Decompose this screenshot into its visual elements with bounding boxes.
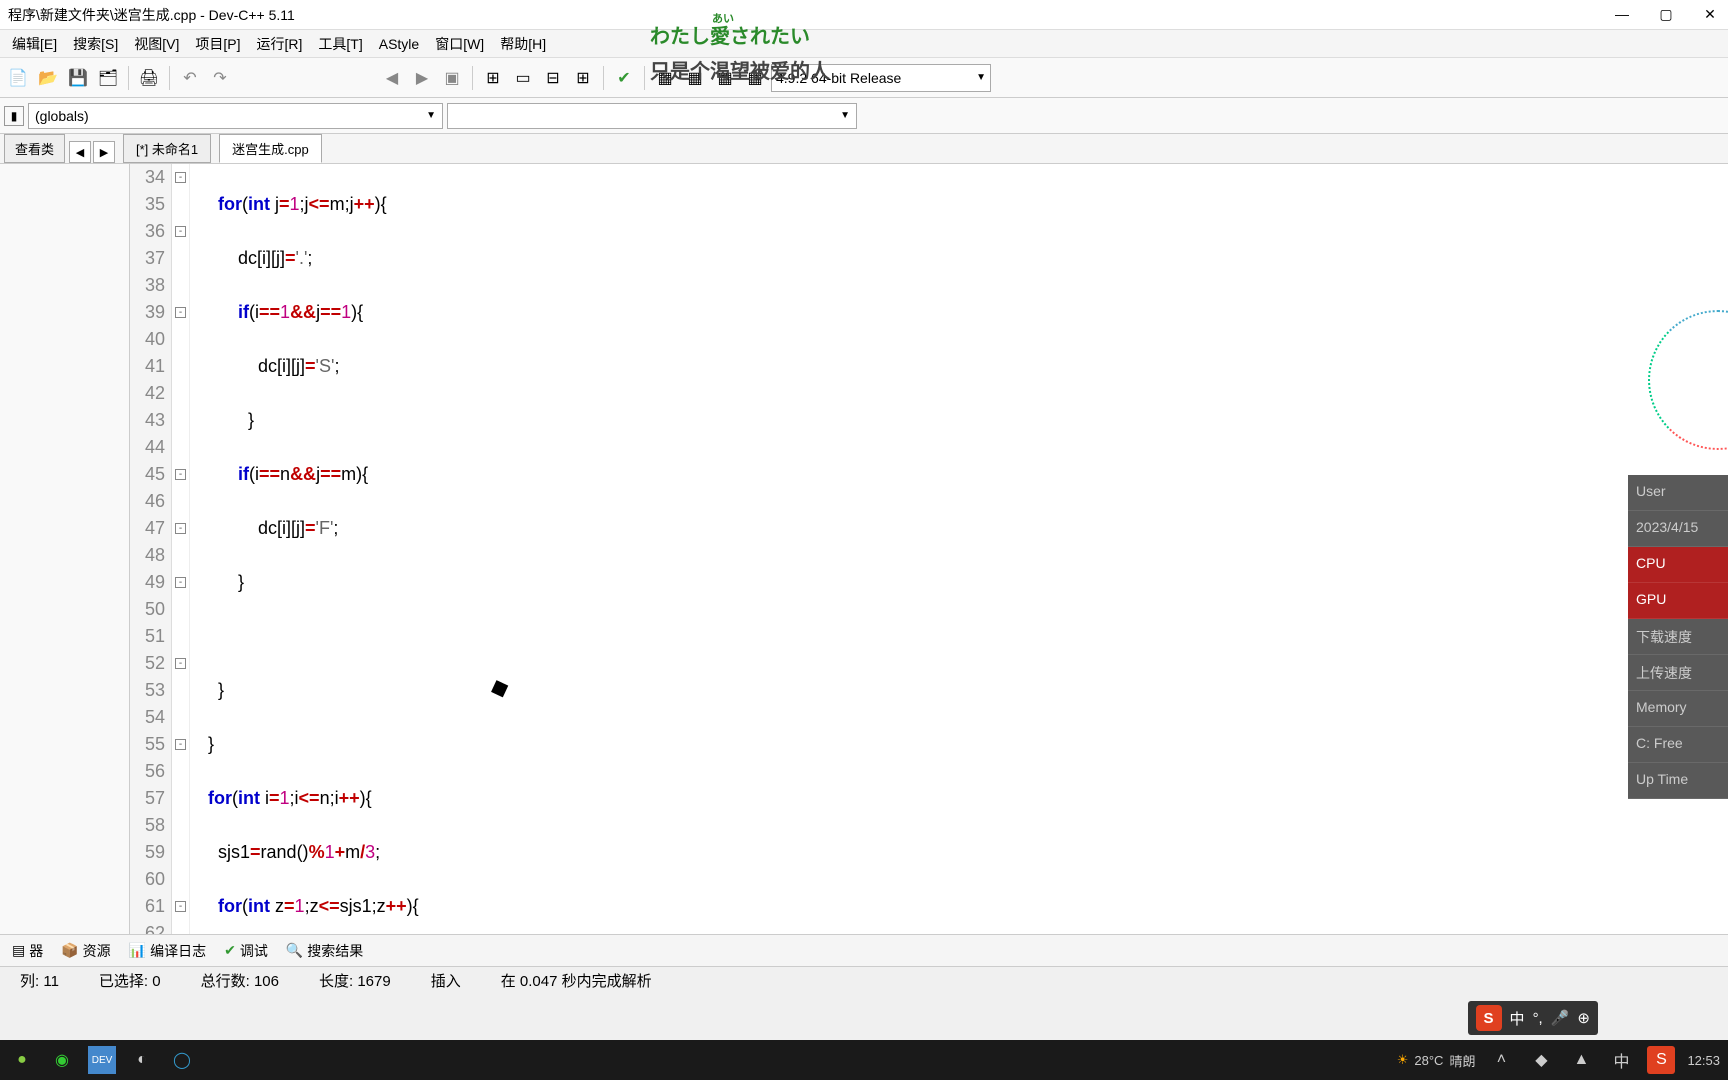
menu-search[interactable]: 搜索[S] (65, 32, 126, 56)
ime-mic-icon[interactable]: 🎤 (1551, 1009, 1570, 1027)
nav-fwd-icon[interactable]: ▶ (408, 64, 436, 92)
main-toolbar: 📄 📂 💾 🗂 🖨 ↶ ↷ ◀ ▶ ▣ ⊞ ▭ ⊟ ⊞ ✔ ▦ ▦ ▦ ▦ 4.… (0, 58, 1728, 98)
menu-astyle[interactable]: AStyle (371, 34, 427, 54)
redo-icon[interactable]: ↷ (206, 64, 234, 92)
tab-resource[interactable]: 📦资源 (53, 937, 118, 965)
tab-nav-next[interactable]: ▶ (93, 141, 115, 163)
tray-icon-2[interactable]: ▲ (1567, 1046, 1595, 1074)
sysmon-date: 2023/4/15 (1628, 511, 1728, 547)
line-gutter: 343536 373839 404142 434445 464748 49505… (130, 164, 172, 934)
sysmon-cfree: C: Free (1628, 727, 1728, 763)
taskbar-devcpp-icon[interactable]: DEV (88, 1046, 116, 1074)
check-icon[interactable]: ✔ (610, 64, 638, 92)
menu-edit[interactable]: 编辑[E] (4, 32, 65, 56)
sysmon-upload: 上传速度 (1628, 655, 1728, 691)
close-button[interactable]: ✕ (1700, 6, 1720, 23)
sun-icon: ☀ (1397, 1052, 1409, 1068)
window-title: 程序\新建文件夹\迷宫生成.cpp - Dev-C++ 5.11 (8, 5, 295, 25)
taskbar-clock[interactable]: 12:53 (1687, 1053, 1720, 1068)
grid2-icon[interactable]: ▭ (509, 64, 537, 92)
scope-button[interactable]: ▮ (4, 106, 24, 126)
taskbar-app-1[interactable]: ● (8, 1046, 36, 1074)
save-all-icon[interactable]: 🗂 (94, 64, 122, 92)
grid4-icon[interactable]: ⊞ (569, 64, 597, 92)
menu-view[interactable]: 视图[V] (126, 32, 187, 56)
tab-nav-prev[interactable]: ◀ (69, 141, 91, 163)
tab-compile-log[interactable]: 📊编译日志 (121, 937, 214, 965)
sysmon-download: 下载速度 (1628, 619, 1728, 655)
tray-sogou-icon[interactable]: S (1647, 1046, 1675, 1074)
tray-icon-1[interactable]: ◆ (1527, 1046, 1555, 1074)
sogou-logo-icon: S (1476, 1005, 1502, 1031)
fold-gutter[interactable]: -- - -- -- - - (172, 164, 190, 934)
taskbar-wechat-icon[interactable]: ◉ (48, 1046, 76, 1074)
minimize-button[interactable]: — (1612, 6, 1632, 23)
menu-run[interactable]: 运行[R] (249, 32, 311, 56)
function-combo[interactable]: ▼ (447, 103, 857, 129)
code-editor[interactable]: 343536 373839 404142 434445 464748 49505… (130, 164, 1728, 934)
bookmark-icon[interactable]: ▣ (438, 64, 466, 92)
sysmon-cpu: CPU (1628, 547, 1728, 583)
taskbar-obs-icon[interactable]: ◐ (128, 1046, 156, 1074)
menu-window[interactable]: 窗口[W] (427, 32, 492, 56)
tab-debug[interactable]: ✔调试 (216, 937, 276, 965)
open-file-icon[interactable]: 📂 (34, 64, 62, 92)
bottom-panel-tabs: ▤器 📦资源 📊编译日志 ✔调试 🔍搜索结果 (0, 934, 1728, 966)
system-monitor-overlay: User 2023/4/15 CPU GPU 下载速度 上传速度 Memory … (1628, 475, 1728, 799)
taskbar-weather[interactable]: ☀ 28°C 晴朗 (1397, 1051, 1476, 1070)
windows-taskbar[interactable]: ● ◉ DEV ◐ ◯ ☀ 28°C 晴朗 ˄ ◆ ▲ 中 S 12:53 (0, 1040, 1728, 1080)
side-tab-classview[interactable]: 查看类 (4, 134, 65, 163)
grid3-icon[interactable]: ⊟ (539, 64, 567, 92)
tray-chevron-icon[interactable]: ˄ (1487, 1046, 1515, 1074)
scope-toolbar: ▮ (globals)▼ ▼ (0, 98, 1728, 134)
ime-more-icon[interactable]: ⊕ (1577, 1009, 1590, 1027)
taskbar-browser-icon[interactable]: ◯ (168, 1046, 196, 1074)
menu-project[interactable]: 项目[P] (187, 32, 248, 56)
tray-ime-icon[interactable]: 中 (1607, 1046, 1635, 1074)
ime-punct-icon[interactable]: °, (1533, 1010, 1543, 1027)
sysmon-memory: Memory (1628, 691, 1728, 727)
maximize-button[interactable]: ▢ (1656, 6, 1676, 23)
ime-toolbar[interactable]: S 中 °, 🎤 ⊕ (1468, 1001, 1598, 1035)
menu-help[interactable]: 帮助[H] (492, 32, 554, 56)
scope-globals-combo[interactable]: (globals)▼ (28, 103, 443, 129)
new-file-icon[interactable]: 📄 (4, 64, 32, 92)
class-sidebar (0, 164, 130, 934)
lyric-overlay-2: 只是个渴望被爱的人 (650, 55, 830, 84)
code-content[interactable]: for(int j=1;j<=m;j++){ dc[i][j]='.'; if(… (190, 164, 1728, 934)
file-tab-unnamed[interactable]: [*] 未命名1 (123, 134, 211, 163)
menubar: 编辑[E] 搜索[S] 视图[V] 项目[P] 运行[R] 工具[T] ASty… (0, 30, 1728, 58)
undo-icon[interactable]: ↶ (176, 64, 204, 92)
status-bar: 列: 11 已选择: 0 总行数: 106 长度: 1679 插入 在 0.04… (0, 966, 1728, 994)
sysmon-gpu: GPU (1628, 583, 1728, 619)
print-icon[interactable]: 🖨 (135, 64, 163, 92)
tab-search-results[interactable]: 🔍搜索结果 (278, 937, 371, 965)
lyric-overlay-1: あい わたし愛されたい (650, 20, 810, 49)
sysmon-user: User (1628, 475, 1728, 511)
tab-row: 查看类 ◀ ▶ [*] 未命名1 迷宫生成.cpp (0, 134, 1728, 164)
nav-back-icon[interactable]: ◀ (378, 64, 406, 92)
sysmon-uptime: Up Time (1628, 763, 1728, 799)
save-icon[interactable]: 💾 (64, 64, 92, 92)
file-tab-maze[interactable]: 迷宫生成.cpp (219, 134, 322, 163)
menu-tools[interactable]: 工具[T] (310, 32, 370, 56)
grid1-icon[interactable]: ⊞ (479, 64, 507, 92)
tab-compiler[interactable]: ▤器 (4, 937, 51, 965)
